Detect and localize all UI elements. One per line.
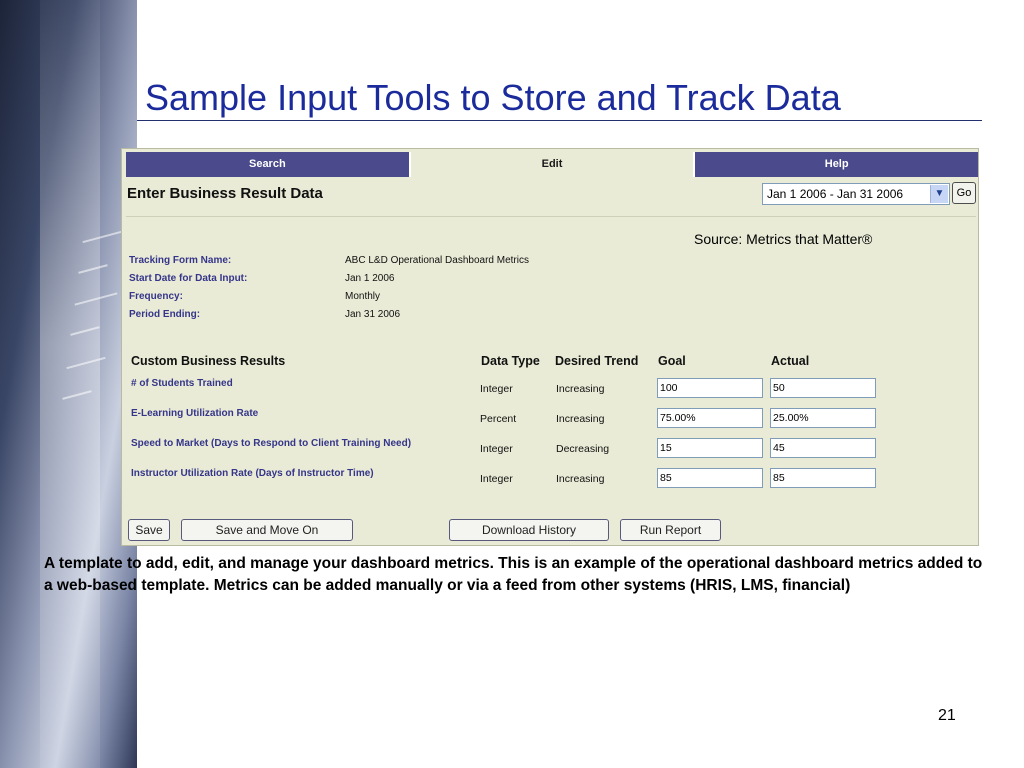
- meta-value-tracking-form: ABC L&D Operational Dashboard Metrics: [345, 255, 529, 266]
- go-button[interactable]: Go: [952, 182, 976, 204]
- meta-label-period-ending: Period Ending:: [129, 309, 201, 320]
- column-header-data-type: Data Type: [481, 354, 540, 368]
- metric-desired-trend: Increasing: [556, 383, 605, 395]
- meta-value-start-date: Jan 1 2006: [345, 273, 395, 284]
- save-and-move-on-button[interactable]: Save and Move On: [181, 519, 353, 541]
- metric-data-type: Integer: [480, 473, 513, 485]
- goal-input[interactable]: 85: [657, 468, 763, 488]
- column-header-actual: Actual: [771, 354, 810, 368]
- metric-name: E-Learning Utilization Rate: [131, 408, 259, 419]
- metric-desired-trend: Increasing: [556, 473, 605, 485]
- slide-title: Sample Input Tools to Store and Track Da…: [145, 77, 841, 118]
- download-history-button[interactable]: Download History: [449, 519, 609, 541]
- page-number: 21: [938, 707, 956, 724]
- metric-name: Speed to Market (Days to Respond to Clie…: [131, 438, 412, 449]
- run-report-button[interactable]: Run Report: [620, 519, 721, 541]
- actual-input[interactable]: 45: [770, 438, 876, 458]
- column-header-results: Custom Business Results: [131, 354, 286, 368]
- tab-edit[interactable]: Edit: [410, 152, 696, 177]
- meta-label-frequency: Frequency:: [129, 291, 183, 302]
- metric-desired-trend: Decreasing: [556, 443, 610, 455]
- app-screenshot: Search Edit Help Enter Business Result D…: [121, 148, 979, 546]
- period-select-value: Jan 1 2006 - Jan 31 2006: [767, 187, 904, 201]
- goal-input[interactable]: 15: [657, 438, 763, 458]
- metric-data-type: Integer: [480, 443, 513, 455]
- actual-input[interactable]: 85: [770, 468, 876, 488]
- metric-name: Instructor Utilization Rate (Days of Ins…: [131, 468, 374, 479]
- meta-label-tracking-form: Tracking Form Name:: [129, 255, 232, 266]
- decorative-side-photo: [0, 0, 137, 768]
- metric-data-type: Integer: [480, 383, 513, 395]
- goal-input[interactable]: 75.00%: [657, 408, 763, 428]
- column-header-desired-trend: Desired Trend: [555, 354, 639, 368]
- metric-data-type: Percent: [480, 413, 517, 425]
- meta-value-frequency: Monthly: [345, 291, 381, 302]
- slide-caption: A template to add, edit, and manage your…: [44, 555, 983, 594]
- title-underline: [137, 120, 982, 121]
- goal-input[interactable]: 100: [657, 378, 763, 398]
- meta-label-start-date: Start Date for Data Input:: [129, 273, 248, 284]
- meta-value-period-ending: Jan 31 2006: [345, 309, 401, 320]
- section-divider: [126, 216, 976, 217]
- save-button[interactable]: Save: [128, 519, 170, 541]
- tab-search[interactable]: Search: [126, 152, 411, 177]
- tab-bar: Search Edit Help: [126, 152, 979, 177]
- column-header-goal: Goal: [658, 354, 686, 368]
- actual-input[interactable]: 25.00%: [770, 408, 876, 428]
- tab-help[interactable]: Help: [695, 152, 979, 177]
- page-heading: Enter Business Result Data: [127, 185, 323, 202]
- metric-name: # of Students Trained: [131, 378, 233, 389]
- period-select[interactable]: Jan 1 2006 - Jan 31 2006 ▼: [762, 183, 950, 205]
- metric-desired-trend: Increasing: [556, 413, 605, 425]
- source-note: Source: Metrics that Matter®: [694, 231, 873, 247]
- actual-input[interactable]: 50: [770, 378, 876, 398]
- side-photo-highlight: [40, 0, 100, 768]
- chevron-down-icon[interactable]: ▼: [930, 185, 948, 203]
